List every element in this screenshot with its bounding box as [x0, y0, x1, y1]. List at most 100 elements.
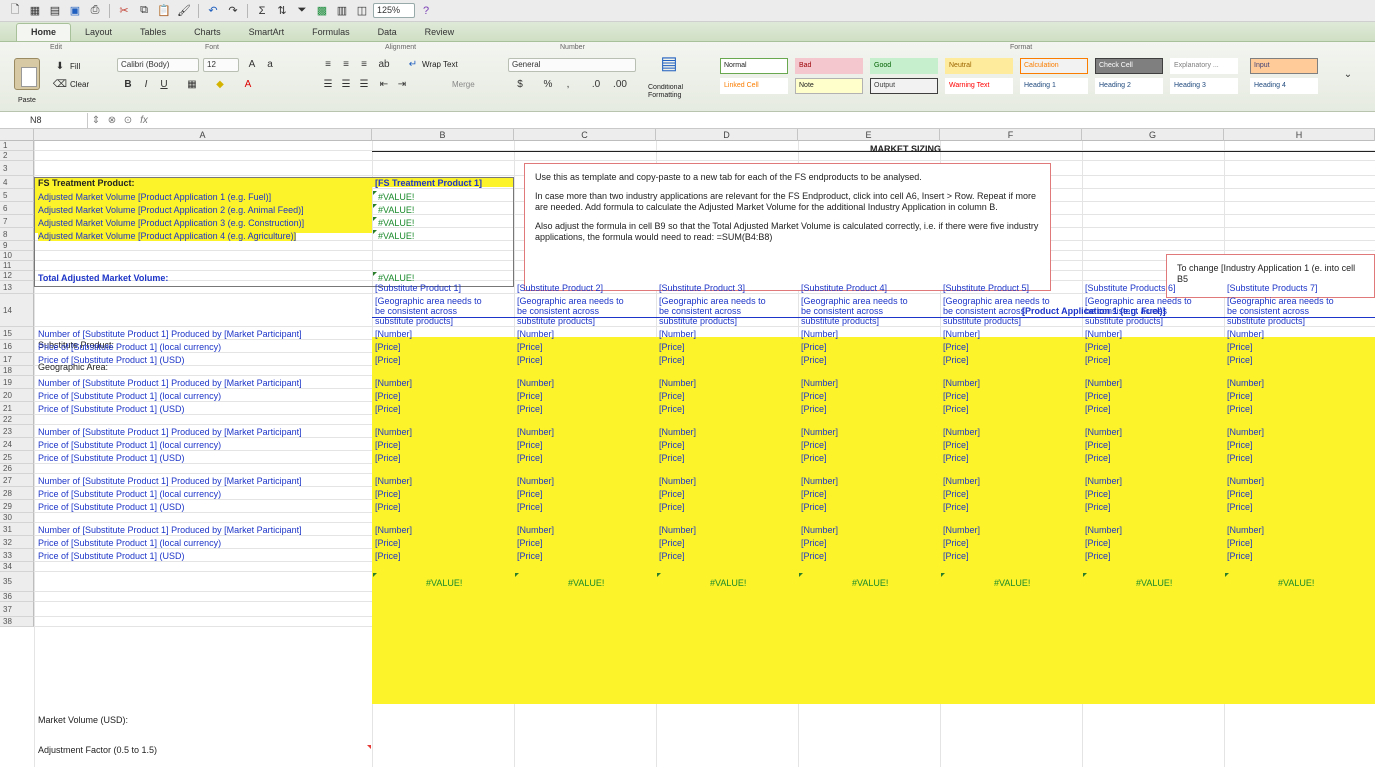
wrap-text-label[interactable]: Wrap Text [422, 60, 458, 70]
price-usd-input[interactable]: [Price] [517, 355, 543, 365]
row-header[interactable]: 27 [0, 474, 34, 487]
geographic-area-note[interactable]: substitute products] [375, 316, 453, 326]
application-2-label[interactable]: Adjusted Market Volume [Product Applicat… [38, 205, 304, 215]
price-local-input[interactable]: [Price] [1085, 342, 1111, 352]
price-local-input[interactable]: [Price] [1085, 391, 1111, 401]
number-input[interactable]: [Number] [659, 329, 696, 339]
geographic-area-note[interactable]: be consistent across [943, 306, 1025, 316]
substitute-product-header[interactable]: [Substitute Product 1] [375, 283, 461, 293]
font-size-select[interactable]: 12 [203, 58, 239, 72]
number-input[interactable]: [Number] [801, 329, 838, 339]
price-usd-input[interactable]: [Price] [1085, 355, 1111, 365]
geographic-area-note[interactable]: [Geographic area needs to [517, 296, 624, 306]
underline-icon[interactable]: U [156, 78, 172, 92]
conditional-formatting-icon[interactable]: ▤ [656, 54, 682, 80]
geographic-area-note[interactable]: [Geographic area needs to [1227, 296, 1334, 306]
row-header[interactable]: 18 [0, 366, 34, 376]
price-usd-input[interactable]: [Price] [943, 453, 969, 463]
styles-more-icon[interactable]: ⌄ [1340, 68, 1356, 82]
fill-icon[interactable]: ⬇ [52, 60, 68, 74]
substitute-product-header[interactable]: [Substitute Products 7] [1227, 283, 1318, 293]
price-usd-input[interactable]: [Price] [1227, 551, 1253, 561]
row-header[interactable]: 31 [0, 523, 34, 536]
row-header[interactable]: 37 [0, 602, 34, 617]
number-input[interactable]: [Number] [801, 476, 838, 486]
align-right-icon[interactable]: ☰ [356, 78, 372, 92]
number-input[interactable]: [Number] [1227, 476, 1264, 486]
row-header[interactable]: 1 [0, 141, 34, 151]
row-header[interactable]: 14 [0, 294, 34, 327]
market-volume-value[interactable]: #VALUE! [426, 578, 462, 588]
cancel-icon[interactable]: ⊗ [104, 115, 120, 126]
row-header[interactable]: 29 [0, 500, 34, 513]
price-usd-input[interactable]: [Price] [659, 453, 685, 463]
geographic-area-note[interactable]: [Geographic area needs to [659, 296, 766, 306]
price-local-input[interactable]: [Price] [943, 489, 969, 499]
row-header[interactable]: 12 [0, 271, 34, 281]
number-format-select[interactable]: General [508, 58, 636, 72]
row-header[interactable]: 36 [0, 592, 34, 602]
price-local-input[interactable]: [Price] [943, 440, 969, 450]
price-usd-input[interactable]: [Price] [801, 453, 827, 463]
application-2-value[interactable]: #VALUE! [378, 205, 414, 215]
open-icon[interactable]: ▤ [46, 3, 64, 19]
geographic-area-note[interactable]: substitute products] [659, 316, 737, 326]
borders-icon[interactable]: ▦ [184, 78, 200, 92]
geographic-area-note[interactable]: be consistent across [659, 306, 741, 316]
paste-icon[interactable]: 📋 [155, 3, 173, 19]
price-usd-input[interactable]: [Price] [517, 404, 543, 414]
price-usd-input[interactable]: [Price] [659, 404, 685, 414]
market-volume-value[interactable]: #VALUE! [710, 578, 746, 588]
cell-style-option[interactable]: Check Cell [1095, 58, 1163, 74]
price-usd-input[interactable]: [Price] [375, 502, 401, 512]
application-4-value[interactable]: #VALUE! [378, 231, 414, 241]
price-local-input[interactable]: [Price] [943, 538, 969, 548]
substitute-product-header[interactable]: [Substitute Product 3] [659, 283, 745, 293]
row-header[interactable]: 32 [0, 536, 34, 549]
geographic-area-note[interactable]: be consistent across [801, 306, 883, 316]
price-local-input[interactable]: [Price] [1085, 489, 1111, 499]
autosum-icon[interactable]: Σ [253, 3, 271, 19]
row-header[interactable]: 28 [0, 487, 34, 500]
row-header[interactable]: 2 [0, 151, 34, 161]
price-usd-input[interactable]: [Price] [801, 551, 827, 561]
cell-style-option[interactable]: Note [795, 78, 863, 94]
namebox-dropdown-icon[interactable]: ⇕ [88, 115, 104, 126]
price-local-input[interactable]: [Price] [517, 538, 543, 548]
price-local-input[interactable]: [Price] [943, 342, 969, 352]
price-local-input[interactable]: [Price] [375, 440, 401, 450]
number-input[interactable]: [Number] [801, 378, 838, 388]
number-input[interactable]: [Number] [517, 525, 554, 535]
geographic-area-note[interactable]: [Geographic area needs to [375, 296, 482, 306]
price-local-input[interactable]: [Price] [659, 342, 685, 352]
price-local-input[interactable]: [Price] [375, 538, 401, 548]
conditional-formatting-label[interactable]: Conditional Formatting [648, 84, 696, 100]
number-input[interactable]: [Number] [517, 427, 554, 437]
price-usd-input[interactable]: [Price] [1085, 453, 1111, 463]
decrease-decimal-icon[interactable]: .00 [612, 78, 628, 92]
number-input[interactable]: [Number] [1227, 525, 1264, 535]
spreadsheet-grid[interactable]: MARKET SIZING FS Treatment Product: [FS … [0, 141, 1375, 767]
fill-label[interactable]: Fill [70, 62, 80, 72]
indent-increase-icon[interactable]: ⇥ [394, 78, 410, 92]
price-local-input[interactable]: [Price] [375, 342, 401, 352]
font-name-select[interactable]: Calibri (Body) [117, 58, 199, 72]
row-header[interactable]: 10 [0, 251, 34, 261]
substitute-product-header[interactable]: [Substitute Products 6] [1085, 283, 1176, 293]
price-local-input[interactable]: [Price] [1085, 538, 1111, 548]
highlight-icon[interactable]: ◆ [212, 78, 228, 92]
number-input[interactable]: [Number] [375, 378, 412, 388]
price-local-input[interactable]: [Price] [1227, 440, 1253, 450]
geographic-area-note[interactable]: substitute products] [943, 316, 1021, 326]
number-input[interactable]: [Number] [1227, 427, 1264, 437]
price-local-input[interactable]: [Price] [801, 538, 827, 548]
toolbox-icon[interactable]: ▥ [333, 3, 351, 19]
price-usd-input[interactable]: [Price] [659, 355, 685, 365]
orientation-icon[interactable]: ab [376, 58, 392, 72]
column-header-d[interactable]: D [656, 129, 798, 141]
cell-style-option[interactable]: Output [870, 78, 938, 94]
application-1-label[interactable]: Adjusted Market Volume [Product Applicat… [38, 192, 271, 202]
cell-style-option[interactable]: Explanatory ... [1170, 58, 1238, 74]
italic-icon[interactable]: I [138, 78, 154, 92]
row-header[interactable]: 19 [0, 376, 34, 389]
